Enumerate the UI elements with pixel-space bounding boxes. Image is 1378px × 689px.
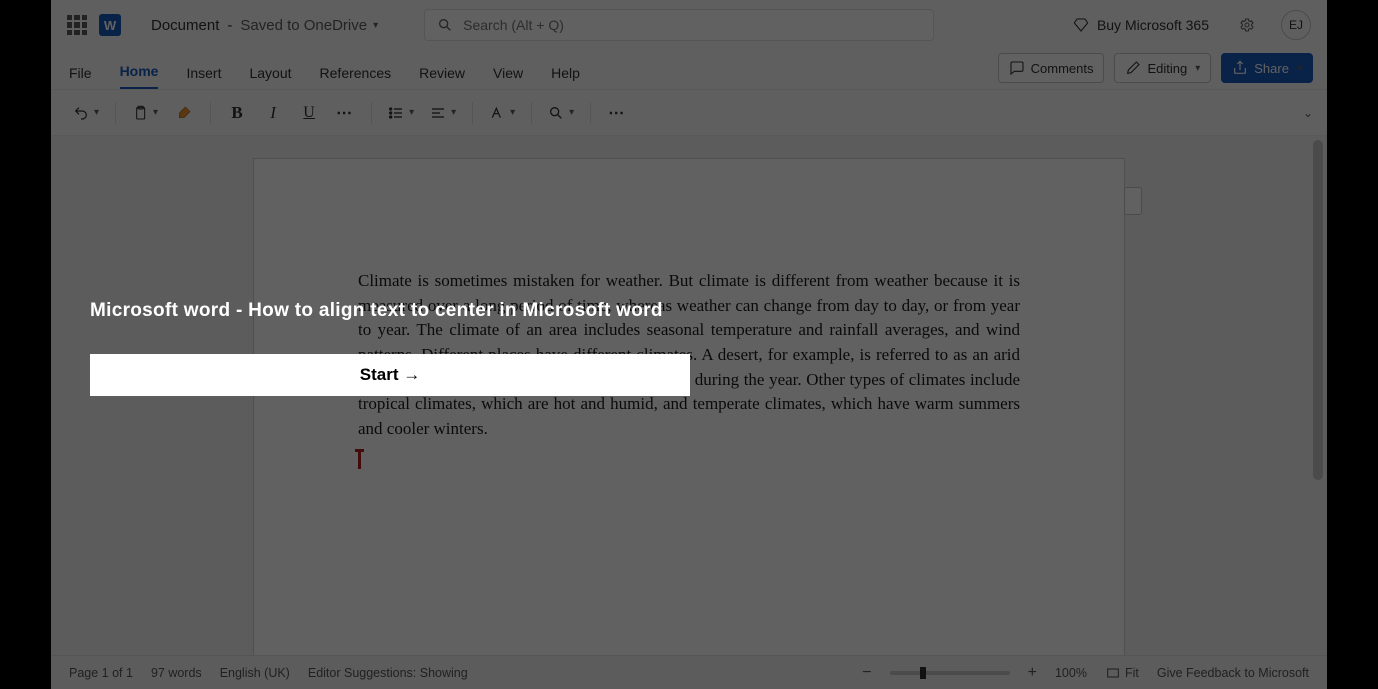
start-button[interactable]: Start → <box>90 354 690 396</box>
tutorial-title: Microsoft word - How to align text to ce… <box>90 300 690 322</box>
